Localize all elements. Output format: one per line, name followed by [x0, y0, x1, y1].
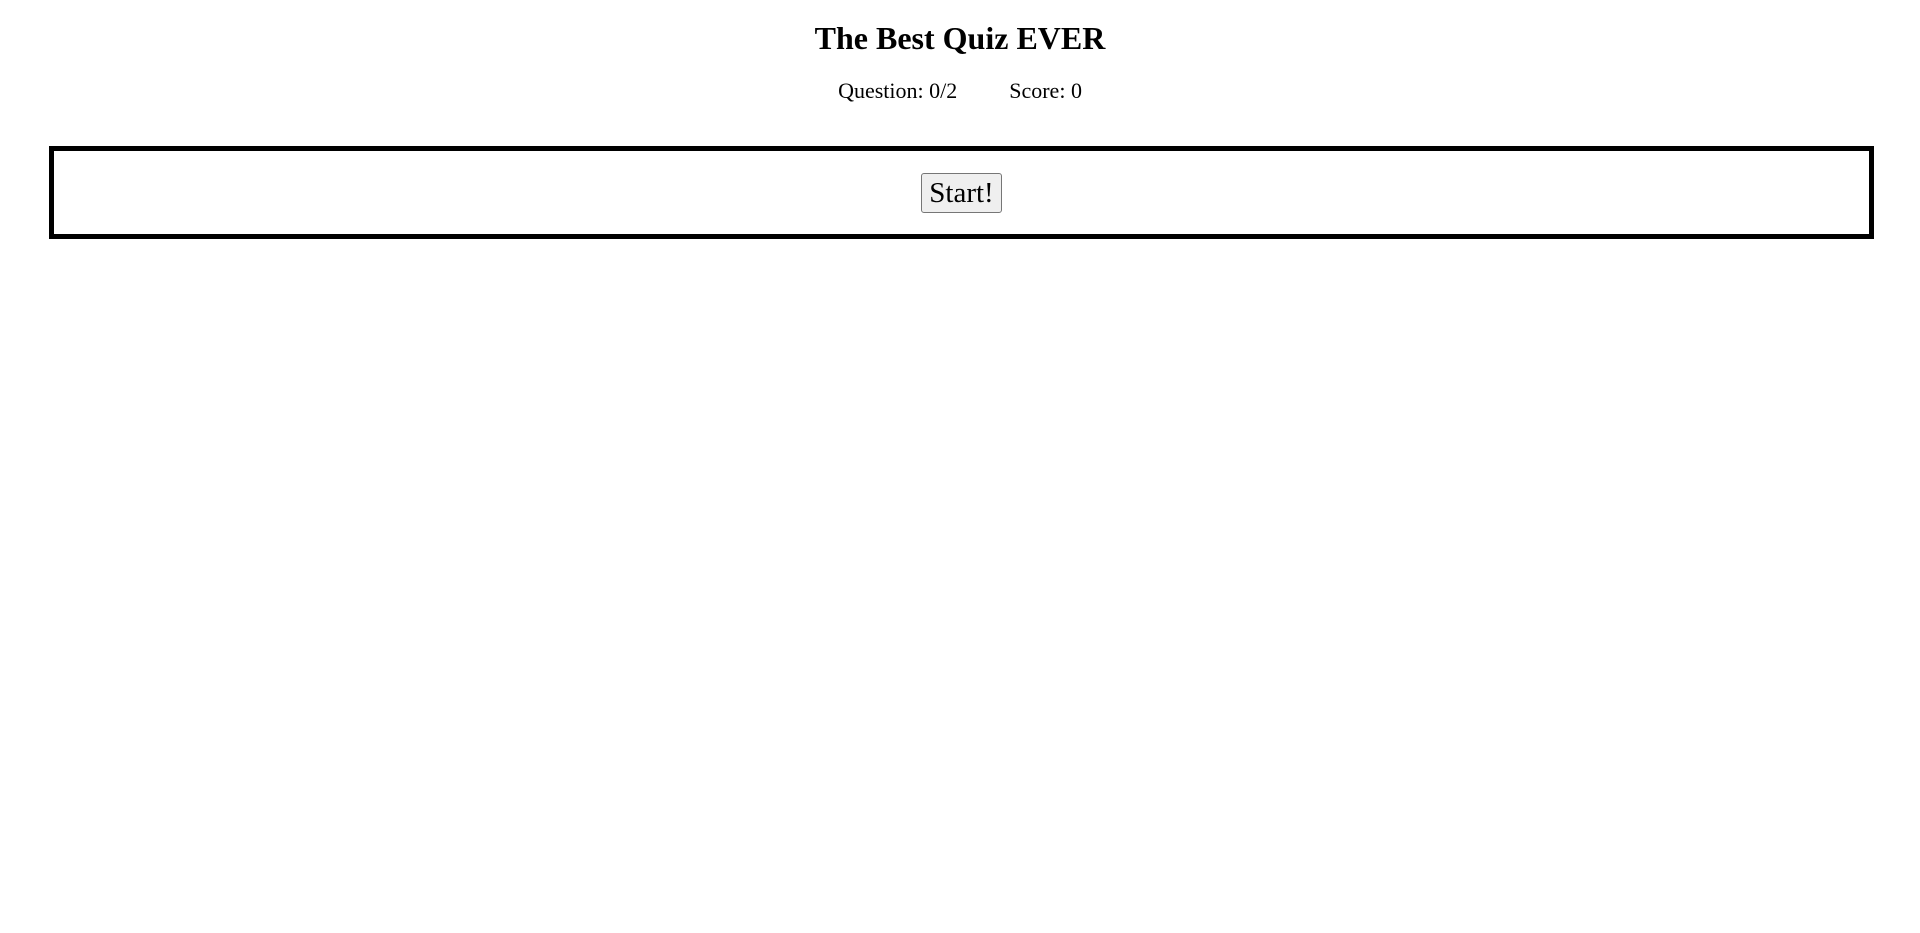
- question-counter: Question: 0/2: [838, 78, 958, 103]
- quiz-page: The Best Quiz EVER Question: 0/2 Score: 0…: [0, 0, 1920, 933]
- quiz-stats: Question: 0/2 Score: 0: [0, 76, 1920, 106]
- page-title: The Best Quiz EVER: [814, 20, 1106, 56]
- score-counter: Score: 0: [1009, 78, 1082, 103]
- start-button[interactable]: Start!: [921, 172, 1002, 213]
- quiz-container: Start!: [49, 146, 1874, 239]
